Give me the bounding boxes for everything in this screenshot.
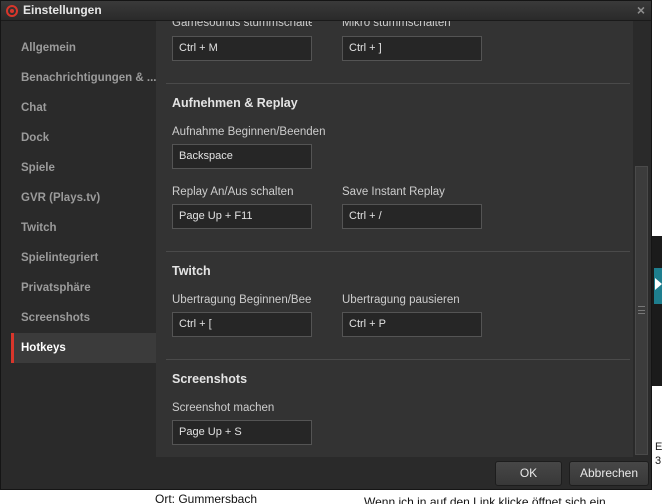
- sidebar-item-allgemein[interactable]: Allgemein: [11, 33, 156, 63]
- title-bar[interactable]: Einstellungen ×: [1, 1, 651, 21]
- section-divider: [166, 251, 630, 252]
- replay-toggle-hotkey-field[interactable]: Page Up + F11: [172, 204, 312, 229]
- recording-toggle-hotkey-field[interactable]: Backspace: [172, 144, 312, 169]
- sidebar-item-spiele[interactable]: Spiele: [11, 153, 156, 183]
- stream-pause-label: Übertragung pausieren: [342, 294, 460, 306]
- settings-window: Einstellungen × Allgemein Benachrichtigu…: [0, 0, 652, 490]
- sidebar-item-chat[interactable]: Chat: [11, 93, 156, 123]
- sidebar-item-hotkeys[interactable]: Hotkeys: [11, 333, 156, 363]
- mic-mute-label: Mikro stummschalten: [342, 21, 451, 29]
- sidebar-item-gvr[interactable]: GVR (Plays.tv): [11, 183, 156, 213]
- stream-pause-hotkey-field[interactable]: Ctrl + P: [342, 312, 482, 337]
- section-divider: [166, 359, 630, 360]
- save-instant-replay-hotkey-field[interactable]: Ctrl + /: [342, 204, 482, 229]
- save-instant-replay-label: Save Instant Replay: [342, 186, 445, 198]
- sidebar-item-dock[interactable]: Dock: [11, 123, 156, 153]
- sidebar-item-screenshots[interactable]: Screenshots: [11, 303, 156, 333]
- stream-toggle-label: Übertragung Beginnen/Beenden: [172, 294, 312, 306]
- replay-toggle-label: Replay An/Aus schalten: [172, 186, 294, 198]
- sidebar-item-benachrichtigungen[interactable]: Benachrichtigungen & ...: [11, 63, 156, 93]
- recording-toggle-label: Aufnahme Beginnen/Beenden: [172, 126, 326, 138]
- sidebar-item-privatsphaere[interactable]: Privatsphäre: [11, 273, 156, 303]
- play-arrow-icon: [655, 278, 662, 290]
- screenshot-label: Screenshot machen: [172, 402, 275, 414]
- ok-button[interactable]: OK: [495, 461, 562, 486]
- mic-mute-hotkey-field[interactable]: Ctrl + ]: [342, 36, 482, 61]
- section-title-screenshots: Screenshots: [172, 372, 248, 386]
- sidebar-item-twitch[interactable]: Twitch: [11, 213, 156, 243]
- background-body-text: Wenn ich in auf den Link klicke öffnet s…: [364, 495, 606, 504]
- section-divider: [166, 83, 630, 84]
- grip-icon: [638, 306, 645, 314]
- hotkeys-panel: Gamesounds stummschalten Ctrl + M Mikro …: [156, 21, 633, 457]
- settings-sidebar: Allgemein Benachrichtigungen & ... Chat …: [1, 21, 156, 457]
- sidebar-item-spielintegriert[interactable]: Spielintegriert: [11, 243, 156, 273]
- close-icon[interactable]: ×: [637, 2, 645, 18]
- screenshot-hotkey-field[interactable]: Page Up + S: [172, 420, 312, 445]
- raptr-logo-icon: [6, 5, 18, 17]
- window-title: Einstellungen: [23, 3, 102, 17]
- gamesounds-mute-hotkey-field[interactable]: Ctrl + M: [172, 36, 312, 61]
- section-title-twitch: Twitch: [172, 264, 211, 278]
- section-title-recording: Aufnehmen & Replay: [172, 96, 298, 110]
- stream-toggle-hotkey-field[interactable]: Ctrl + [: [172, 312, 312, 337]
- gamesounds-mute-label: Gamesounds stummschalten: [172, 21, 312, 29]
- cancel-button[interactable]: Abbrechen: [569, 461, 649, 486]
- background-panel: [652, 236, 662, 386]
- background-location-text: Ort: Gummersbach: [155, 492, 258, 504]
- background-right-text: E 3: [655, 441, 662, 467]
- dialog-footer: OK Abbrechen: [1, 457, 651, 489]
